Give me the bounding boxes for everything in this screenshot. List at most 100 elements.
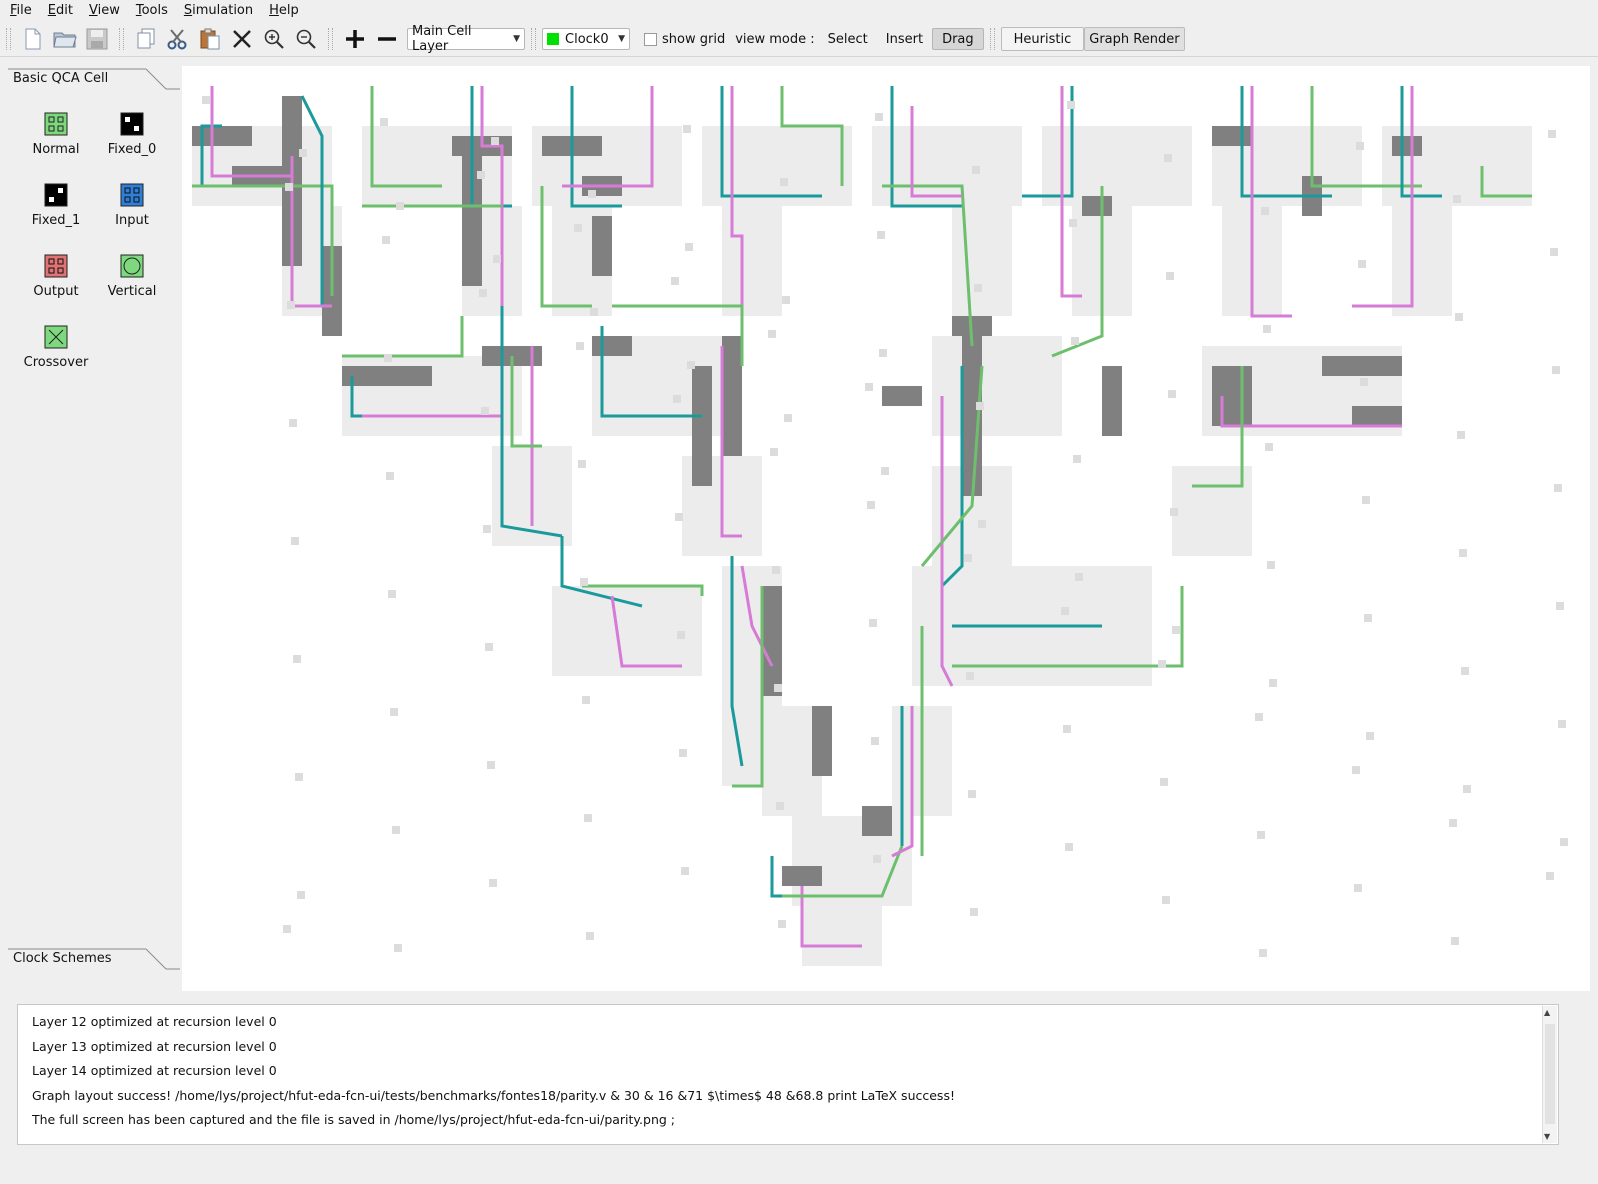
cell <box>1170 508 1178 516</box>
zoom-out-button[interactable] <box>290 24 322 54</box>
cell <box>869 619 877 627</box>
layer-select-value: Main Cell Layer <box>412 24 472 54</box>
clock-zone <box>932 336 1062 436</box>
cell <box>867 501 875 509</box>
palette-input[interactable]: Input <box>94 183 170 251</box>
cell <box>1172 626 1180 634</box>
cell <box>390 708 398 716</box>
cell <box>1160 778 1168 786</box>
cell <box>1069 219 1077 227</box>
clock-zone <box>1042 126 1192 206</box>
scroll-down-icon[interactable]: ▼ <box>1544 1132 1550 1141</box>
menu-help[interactable]: Help <box>259 3 305 18</box>
heuristic-button[interactable]: Heuristic <box>1000 27 1085 51</box>
layer-select[interactable]: Main Cell Layer ▼ <box>407 24 525 54</box>
cell <box>879 349 887 357</box>
toolbar-separator <box>119 28 124 50</box>
clock-select[interactable]: Clock0 ▼ <box>542 28 630 50</box>
paste-icon <box>200 28 220 50</box>
cell <box>1364 614 1372 622</box>
menu-simulation[interactable]: Simulation <box>174 3 259 18</box>
chevron-down-icon: ▼ <box>618 34 625 44</box>
cell <box>970 908 978 916</box>
new-file-button[interactable] <box>17 24 49 54</box>
palette-vertical[interactable]: Vertical <box>94 254 170 322</box>
scroll-up-icon[interactable]: ▲ <box>1544 1008 1550 1017</box>
copy-button[interactable] <box>130 24 162 54</box>
cell <box>386 472 394 480</box>
cell-block <box>342 366 432 386</box>
plus-icon <box>346 30 364 48</box>
menu-view[interactable]: View <box>79 3 126 18</box>
toolbar-grip[interactable] <box>6 28 11 50</box>
cell <box>202 96 210 104</box>
cell <box>875 113 883 121</box>
clock-schemes-tab-label: Clock Schemes <box>13 951 112 966</box>
cell <box>576 342 584 350</box>
cell <box>297 891 305 899</box>
menu-file[interactable]: File <box>0 3 38 18</box>
log-line: Graph layout success! /home/lys/project/… <box>32 1088 955 1103</box>
mode-select-button[interactable]: Select <box>819 28 877 50</box>
cell-block <box>1102 366 1122 436</box>
add-layer-button[interactable] <box>339 24 371 54</box>
toolbar-separator <box>328 28 333 50</box>
cell <box>1558 720 1566 728</box>
remove-layer-button[interactable] <box>371 24 403 54</box>
cell <box>1362 496 1370 504</box>
zoom-in-button[interactable] <box>258 24 290 54</box>
cell-block <box>592 216 612 276</box>
chevron-down-icon: ▼ <box>513 34 520 44</box>
cell <box>588 190 596 198</box>
palette-fixed1[interactable]: Fixed_1 <box>18 183 94 251</box>
copy-icon <box>137 28 155 49</box>
save-button[interactable] <box>81 24 113 54</box>
cell <box>1265 443 1273 451</box>
palette-crossover[interactable]: Crossover <box>18 325 94 393</box>
graph-render-button[interactable]: Graph Render <box>1084 27 1185 51</box>
open-file-button[interactable] <box>49 24 81 54</box>
mode-insert-button[interactable]: Insert <box>877 28 932 50</box>
palette-normal-label: Normal <box>32 142 80 157</box>
clock-schemes-tab[interactable]: Clock Schemes <box>8 948 180 970</box>
crossover-cell-icon <box>44 325 68 349</box>
cut-button[interactable] <box>162 24 194 54</box>
cell <box>487 761 495 769</box>
palette-normal[interactable]: Normal <box>18 112 94 180</box>
delete-button[interactable] <box>226 24 258 54</box>
cell <box>1457 431 1465 439</box>
cell <box>865 383 873 391</box>
cell <box>485 643 493 651</box>
palette-fixed0[interactable]: Fixed_0 <box>94 112 170 180</box>
paste-button[interactable] <box>194 24 226 54</box>
scissors-icon <box>167 29 187 50</box>
mode-drag-button[interactable]: Drag <box>932 28 984 50</box>
cell <box>1166 272 1174 280</box>
cell <box>590 308 598 316</box>
cell <box>871 737 879 745</box>
menu-tools[interactable]: Tools <box>126 3 174 18</box>
basic-qca-cell-tab[interactable]: Basic QCA Cell <box>8 68 180 90</box>
log-scrollbar[interactable]: ▲ ▼ <box>1542 1006 1557 1143</box>
cell <box>1455 313 1463 321</box>
cell <box>1075 573 1083 581</box>
qca-layout-drawing <box>192 86 1568 966</box>
scrollbar-thumb[interactable] <box>1545 1024 1555 1124</box>
view-mode-label: view mode : <box>735 31 815 47</box>
cell <box>1459 549 1467 557</box>
cell <box>291 537 299 545</box>
cell <box>966 672 974 680</box>
layout-canvas[interactable] <box>182 66 1590 991</box>
palette-output[interactable]: Output <box>18 254 94 322</box>
save-icon <box>86 28 108 50</box>
palette-fixed1-label: Fixed_1 <box>31 213 81 228</box>
cell <box>1168 390 1176 398</box>
clock-zone <box>702 126 852 206</box>
toolbar: Main Cell Layer ▼ Clock0 ▼ show grid vie… <box>0 22 1598 57</box>
menu-edit[interactable]: Edit <box>38 3 79 18</box>
cell <box>780 178 788 186</box>
clock-color-swatch <box>547 33 559 45</box>
cell-block <box>862 806 892 836</box>
show-grid-checkbox[interactable] <box>644 32 657 46</box>
cell <box>671 277 679 285</box>
